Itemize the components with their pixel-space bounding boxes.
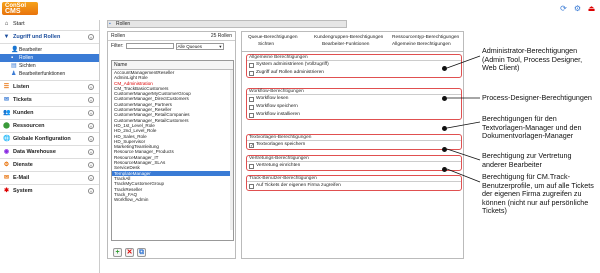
chevron-down-icon[interactable]: ˅ <box>88 188 94 194</box>
list-icon: ☰ <box>3 84 10 90</box>
ticket-icon: ✉ <box>3 97 10 103</box>
sidebar-item-label: Bearbeiter <box>19 47 43 53</box>
annotation-delegation: Berechtigung zur Vertretung anderer Bear… <box>482 151 572 169</box>
services-icon: ⚙ <box>3 162 10 168</box>
chevron-down-icon[interactable]: ˅ <box>88 97 94 103</box>
access-icon: ▼ <box>3 34 10 40</box>
sidebar-item-label: Start <box>13 21 25 27</box>
sidebar-item-label: System <box>13 188 33 194</box>
chevron-down-icon[interactable]: ˅ <box>88 110 94 116</box>
logo-cms-text: CMS <box>5 8 21 15</box>
annotation-admin: Administrator-Berechtigungen (Admin Tool… <box>482 46 583 73</box>
annotation-process-designer: Process-Designer-Berechtigungen <box>482 93 592 102</box>
chevron-down-icon[interactable]: ˅ <box>88 123 94 129</box>
sidebar-item-dienste[interactable]: ⚙ Dienste ˅ <box>0 161 99 169</box>
sidebar-item-ressourcen[interactable]: ⬤ Ressourcen ˅ <box>0 122 99 130</box>
sidebar-item-label: Listen <box>13 84 30 90</box>
home-icon: ⌂ <box>4 21 9 27</box>
sidebar-item-label: Kunden <box>13 110 34 116</box>
sidebar-item-globale-konfiguration[interactable]: 🌐 Globale Konfiguration ˅ <box>0 135 99 143</box>
resources-icon: ⬤ <box>3 123 10 129</box>
sidebar-item-label: Bearbeiterfunktionen <box>19 71 66 77</box>
top-bar: ConSol CMS ⟳ ⚙ ⏏ <box>0 0 600 17</box>
app-logo: ConSol CMS <box>2 2 38 15</box>
logout-icon[interactable]: ⏏ <box>587 4 596 13</box>
main-content: ▪ Rollen Rollen 25 Rollen Filter: Alle Que… <box>103 20 600 273</box>
sidebar-item-label: Dienste <box>13 162 33 168</box>
system-icon: ✱ <box>3 188 10 194</box>
sidebar-item-label: Ressourcen <box>13 123 45 129</box>
sidebar: ⌂ Start ▼ Zugriff und Rollen ˄ 👤 Bearbeiter … <box>0 20 100 273</box>
mail-icon: ✉ <box>3 175 10 181</box>
user-icon[interactable]: ⚙ <box>573 4 582 13</box>
sidebar-item-label: Rollen <box>19 55 34 61</box>
chevron-down-icon[interactable]: ˅ <box>88 84 94 90</box>
sidebar-item-label: Tickets <box>13 97 32 103</box>
sidebar-item-label: Globale Konfiguration <box>13 136 71 142</box>
sidebar-item-bearbeiterfunktionen[interactable]: ♟ Bearbeiterfunktionen <box>0 70 99 78</box>
sidebar-item-rollen[interactable]: ▪ Rollen <box>0 54 99 62</box>
sidebar-item-label: Data Warehouse <box>13 149 56 155</box>
sidebar-item-label: Zugriff und Rollen <box>13 34 61 40</box>
views-icon: ▤ <box>11 63 17 69</box>
annotation-track: Berechtigung für CM.Track-Benutzerprofil… <box>482 172 594 216</box>
sidebar-item-bearbeiter[interactable]: 👤 Bearbeiter <box>0 46 99 54</box>
chevron-down-icon[interactable]: ˅ <box>88 149 94 155</box>
sidebar-item-kunden[interactable]: 👥 Kunden ˅ <box>0 109 99 117</box>
functions-icon: ♟ <box>11 71 17 77</box>
database-icon: ◉ <box>3 149 10 155</box>
chevron-down-icon[interactable]: ˅ <box>88 175 94 181</box>
chevron-down-icon[interactable]: ˅ <box>88 136 94 142</box>
user-icon: 👤 <box>11 47 19 53</box>
sidebar-item-listen[interactable]: ☰ Listen ˅ <box>0 83 99 91</box>
sidebar-item-tickets[interactable]: ✉ Tickets ˅ <box>0 96 99 104</box>
chevron-up-icon[interactable]: ˄ <box>88 34 94 40</box>
sidebar-group-access[interactable]: ▼ Zugriff und Rollen ˄ <box>0 33 99 41</box>
annotation-templates: Berechtigungen für den Textvorlagen-Mana… <box>482 114 582 141</box>
roles-icon: ▪ <box>11 55 14 61</box>
sidebar-item-label: E-Mail <box>13 175 30 181</box>
sidebar-item-system[interactable]: ✱ System ˅ <box>0 187 99 195</box>
globe-icon: 🌐 <box>3 136 11 142</box>
sidebar-item-start[interactable]: ⌂ Start <box>0 20 99 28</box>
refresh-icon[interactable]: ⟳ <box>559 4 568 13</box>
chevron-down-icon[interactable]: ˅ <box>88 162 94 168</box>
sidebar-item-label: Sichten <box>19 63 36 69</box>
sidebar-item-email[interactable]: ✉ E-Mail ˅ <box>0 174 99 182</box>
customers-icon: 👥 <box>3 110 11 116</box>
sidebar-item-data-warehouse[interactable]: ◉ Data Warehouse ˅ <box>0 148 99 156</box>
sidebar-item-sichten[interactable]: ▤ Sichten <box>0 62 99 70</box>
